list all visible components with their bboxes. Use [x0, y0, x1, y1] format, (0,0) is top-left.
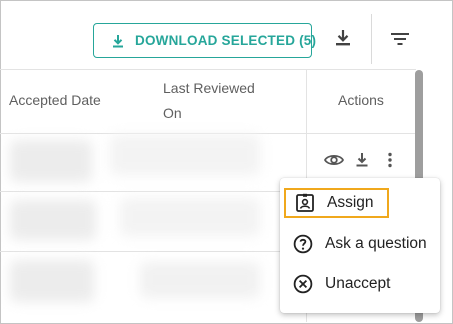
blurred-cell — [10, 260, 94, 302]
close-circle-icon — [292, 273, 314, 295]
blurred-cell — [110, 135, 260, 175]
blurred-cell — [10, 140, 92, 182]
column-header-actions: Actions — [338, 92, 384, 108]
row-context-menu: Assign Ask a question Unaccept — [280, 178, 440, 313]
more-options-button[interactable] — [378, 150, 402, 174]
toolbar: DOWNLOAD SELECTED (5) — [0, 0, 453, 70]
filter-icon — [390, 30, 410, 51]
menu-item-unaccept[interactable]: Unaccept — [284, 269, 436, 299]
download-icon — [355, 152, 369, 173]
download-selected-button[interactable]: DOWNLOAD SELECTED (5) — [93, 23, 316, 58]
download-icon — [110, 33, 126, 49]
column-header-last-reviewed-on[interactable]: Last Reviewed On — [163, 76, 273, 126]
menu-item-label: Assign — [327, 194, 374, 211]
blurred-cell — [120, 198, 260, 236]
filter-button[interactable] — [386, 26, 414, 54]
row-download-button[interactable] — [350, 150, 374, 174]
menu-item-label: Ask a question — [325, 235, 427, 252]
column-header-accepted-date[interactable]: Accepted Date — [9, 88, 101, 113]
menu-item-ask-a-question[interactable]: Ask a question — [284, 229, 436, 259]
more-vert-icon — [387, 152, 393, 173]
header-top-border — [0, 69, 416, 70]
blurred-cell — [140, 262, 260, 298]
view-button[interactable] — [322, 150, 346, 174]
row-actions — [322, 150, 406, 174]
menu-item-assign[interactable]: Assign — [284, 188, 389, 218]
download-icon — [334, 28, 352, 53]
eye-icon — [323, 153, 345, 172]
download-selected-label: DOWNLOAD SELECTED (5) — [135, 33, 317, 48]
download-all-button[interactable] — [329, 26, 357, 54]
toolbar-divider — [371, 14, 372, 64]
header-bottom-border — [0, 133, 416, 134]
assign-badge-icon — [294, 192, 316, 214]
help-circle-icon — [292, 233, 314, 255]
blurred-cell — [10, 200, 96, 240]
menu-item-label: Unaccept — [325, 275, 391, 292]
